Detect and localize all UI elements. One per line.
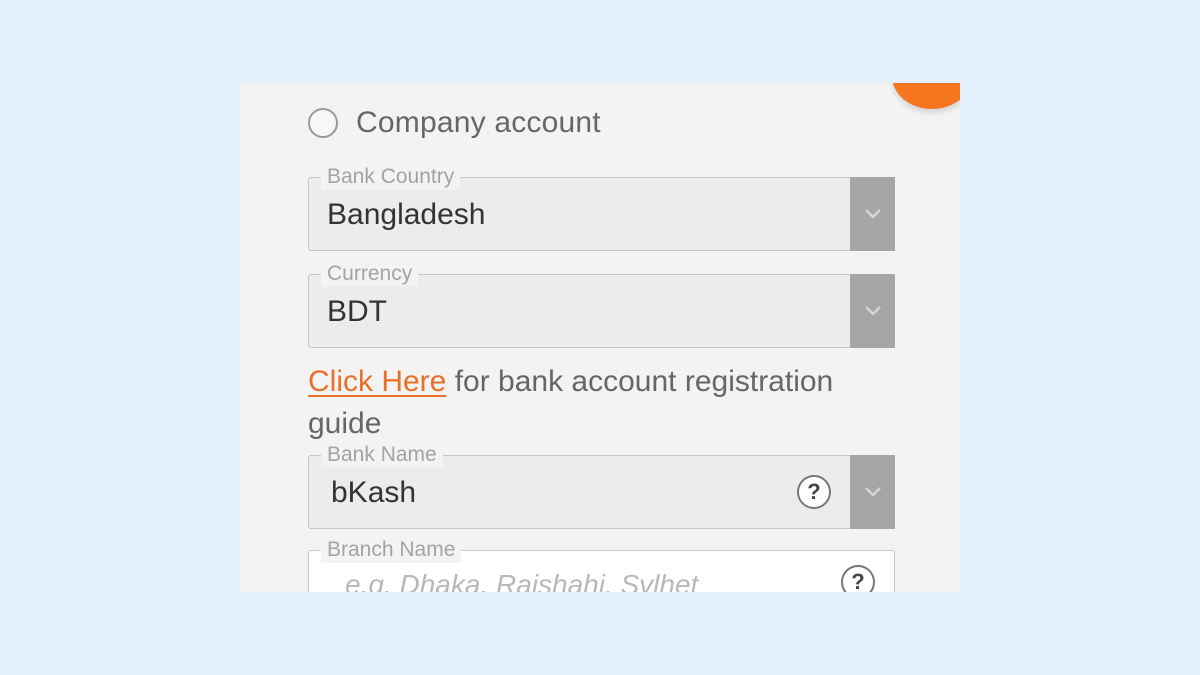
radio-button[interactable] — [308, 108, 338, 138]
branch-name-input[interactable]: Branch Name e.g. Dhaka, Rajshahi, Sylhet… — [308, 537, 895, 592]
question-mark-icon[interactable]: ? — [797, 475, 831, 509]
question-mark-icon[interactable]: ? — [841, 565, 875, 592]
bank-name-dropdown-button[interactable] — [850, 455, 895, 529]
bank-name-legend: Bank Name — [321, 442, 443, 468]
chevron-down-icon — [864, 487, 881, 497]
currency-select[interactable]: Currency BDT — [308, 261, 895, 348]
form-panel: Company account Bank Country Bangladesh … — [240, 83, 960, 592]
currency-value: BDT — [327, 295, 387, 328]
orange-action-button[interactable] — [892, 83, 960, 109]
bank-country-dropdown-button[interactable] — [850, 177, 895, 251]
registration-guide-text: Click Here for bank account registration… — [308, 361, 908, 445]
bank-country-value: Bangladesh — [327, 198, 486, 231]
branch-name-placeholder: e.g. Dhaka, Rajshahi, Sylhet — [345, 569, 699, 592]
bank-country-legend: Bank Country — [321, 164, 461, 190]
company-account-option[interactable]: Company account — [308, 103, 601, 143]
branch-name-legend: Branch Name — [321, 537, 462, 563]
chevron-down-icon — [864, 209, 881, 219]
bank-name-select[interactable]: Bank Name bKash ? — [308, 442, 895, 529]
currency-dropdown-button[interactable] — [850, 274, 895, 348]
click-here-link[interactable]: Click Here — [308, 365, 446, 398]
company-account-label: Company account — [356, 106, 601, 139]
currency-legend: Currency — [321, 261, 419, 287]
bank-name-value: bKash — [331, 476, 417, 509]
chevron-down-icon — [864, 306, 881, 316]
bank-country-select[interactable]: Bank Country Bangladesh — [308, 164, 895, 251]
